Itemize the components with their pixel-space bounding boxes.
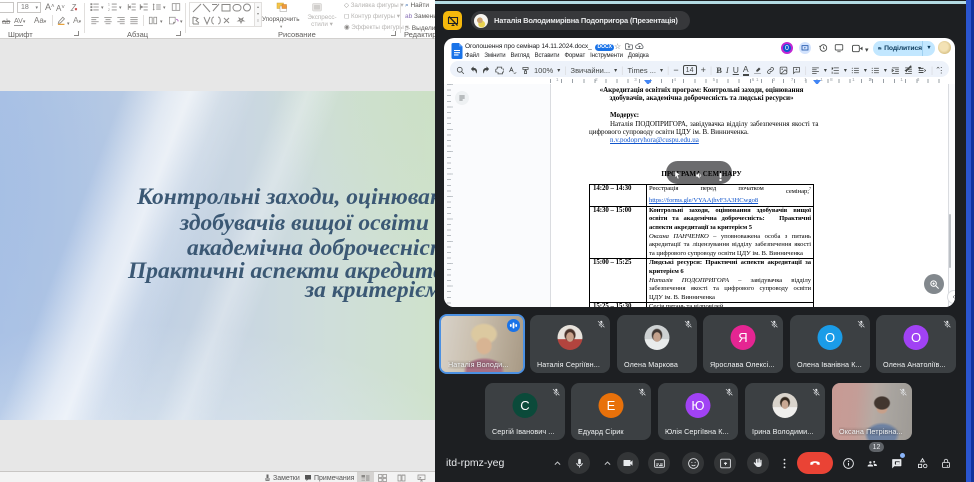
svg-text:1: 1 <box>108 2 110 6</box>
svg-text:2: 2 <box>108 8 110 12</box>
